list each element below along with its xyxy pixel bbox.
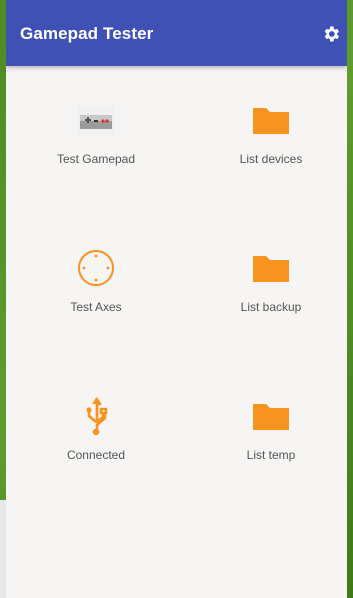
list-devices-button[interactable]: List devices bbox=[196, 100, 346, 180]
tile-label: List devices bbox=[239, 152, 303, 166]
app-screen: Gamepad Tester Test Gamepad List devices… bbox=[6, 0, 347, 598]
list-temp-button[interactable]: List temp bbox=[196, 396, 346, 476]
main-grid: Test Gamepad List devices Test Axes List… bbox=[6, 66, 347, 598]
gamepad-icon bbox=[74, 100, 118, 140]
tile-label: Connected bbox=[66, 448, 126, 462]
test-gamepad-button[interactable]: Test Gamepad bbox=[21, 100, 171, 180]
gear-icon bbox=[324, 26, 339, 42]
folder-icon bbox=[249, 248, 293, 288]
usb-icon bbox=[74, 396, 118, 436]
settings-button[interactable] bbox=[321, 24, 341, 44]
folder-icon bbox=[249, 396, 293, 436]
app-title: Gamepad Tester bbox=[20, 24, 154, 43]
connected-button[interactable]: Connected bbox=[21, 396, 171, 476]
crosshair-circle-icon bbox=[74, 248, 118, 288]
app-bar: Gamepad Tester bbox=[6, 0, 347, 66]
tile-label: Test Axes bbox=[70, 300, 122, 314]
test-axes-button[interactable]: Test Axes bbox=[21, 248, 171, 328]
tile-label: List temp bbox=[246, 448, 296, 462]
tile-label: List backup bbox=[240, 300, 302, 314]
device-edge bbox=[0, 500, 6, 598]
list-backup-button[interactable]: List backup bbox=[196, 248, 346, 328]
tile-label: Test Gamepad bbox=[56, 152, 136, 166]
folder-icon bbox=[249, 100, 293, 140]
